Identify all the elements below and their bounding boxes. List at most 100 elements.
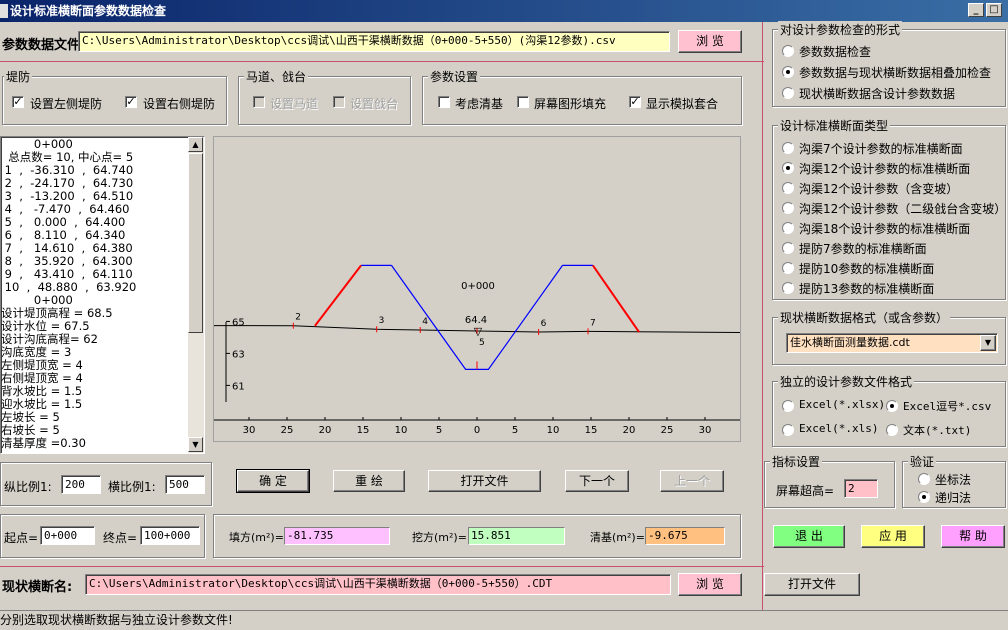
check-form-radio-2[interactable] [782,87,794,99]
start-input[interactable]: 0+000 [40,526,95,545]
section-type-radio-1[interactable] [782,162,794,174]
platform-label: 设置戗台 [350,97,399,111]
station-label: 0+000 [461,281,495,292]
clear-label: 清基(m²)= [590,531,645,544]
section-type-option-label: 沟渠12个设计参数（含变坡） [799,182,959,196]
app-icon [0,4,8,18]
maximize-button[interactable]: □ [986,3,1002,17]
data-list-scrollbar[interactable]: ▲ ▼ [188,137,204,453]
scroll-thumb[interactable] [188,153,203,333]
divider [762,22,763,630]
file-format-option-label: 文本(*.txt) [903,424,972,437]
scroll-up-button[interactable]: ▲ [188,137,203,152]
minimize-button[interactable]: _ [968,3,984,17]
h-scale-input[interactable]: 500 [165,475,205,494]
x-tick-label: 0 [474,425,480,436]
help-button[interactable]: 帮 助 [941,525,1005,548]
x-tick-label: 30 [699,425,712,436]
verify-legend: 验证 [908,453,937,470]
data-format-select[interactable]: 佳水横断面测量数据.cdt [786,333,998,353]
y-tick-label: 65 [232,317,245,328]
berm-legend: 马道、戗台 [244,68,309,85]
screen-height-label: 屏幕超高= [776,484,835,498]
x-tick-label: 5 [436,425,442,436]
current-section-path-field[interactable]: C:\Users\Administrator\Desktop\ccs调试\山西干… [85,574,671,595]
road-label: 设置马道 [270,97,319,111]
right-dike-label: 设置右侧堤防 [143,97,216,111]
screen-height-input[interactable]: 2 [844,479,878,498]
verify-option-label: 递归法 [935,491,972,505]
window-title: 设计标准横断面参数数据检查 [10,4,167,18]
section-type-radio-0[interactable] [782,142,794,154]
section-type-radio-3[interactable] [782,202,794,214]
prev-button[interactable]: 上一个 [660,470,724,492]
divider [0,61,764,62]
end-input[interactable]: 100+000 [140,526,200,545]
file-format-option-label: Excel逗号*.csv [903,400,992,413]
divider [0,566,764,567]
data-list-rows: 0+000 总点数= 10, 中心点= 5 1 , -36.310 , 64.7… [1,138,188,450]
open-file-button[interactable]: 打开文件 [428,470,541,492]
y-tick-label: 63 [232,349,245,360]
overlay-checkbox[interactable]: ✓ [629,96,641,108]
right-dike-checkbox[interactable]: ✓ [125,96,137,108]
check-form-option-label: 现状横断数据含设计参数数据 [799,87,956,101]
check-form-radio-0[interactable] [782,45,794,57]
file-format-radio-3[interactable] [886,424,898,436]
ok-button[interactable]: 确 定 [236,469,310,493]
section-type-option-label: 沟渠12个设计参数的标准横断面 [799,162,971,176]
road-checkbox[interactable] [253,96,265,108]
start-label: 起点= [4,531,39,545]
section-type-option-label: 提防10参数的标准横断面 [799,262,935,276]
cross-section-plot[interactable]: 2345676563615302520151050510152025303 0+… [213,136,741,442]
verify-option-label: 坐标法 [935,473,972,487]
point-label: 7 [590,318,596,328]
data-list[interactable]: 0+000 总点数= 10, 中心点= 5 1 , -36.310 , 64.7… [0,136,205,454]
file-format-radio-2[interactable] [782,424,794,436]
param-file-path-field[interactable]: C:\Users\Administrator\Desktop\ccs调试\山西干… [78,31,670,52]
section-type-radio-5[interactable] [782,242,794,254]
check-form-radio-1[interactable] [782,66,794,78]
x-tick-label: 20 [319,425,332,436]
file-format-option-label: Excel(*.xlsx) [799,398,886,411]
apply-button[interactable]: 应 用 [861,525,925,548]
redraw-button[interactable]: 重 绘 [333,470,405,492]
plot-svg: 2345676563615302520151050510152025303 0+… [214,264,740,436]
left-dike-checkbox[interactable]: ✓ [12,96,24,108]
section-type-radio-4[interactable] [782,222,794,234]
current-browse-button[interactable]: 浏 览 [678,573,742,596]
clearing-checkbox[interactable] [438,96,450,108]
verify-radio-0[interactable] [918,473,930,485]
file-format-radio-0[interactable] [782,400,794,412]
point-label: 5 [479,338,485,348]
exit-button[interactable]: 退 出 [773,525,845,548]
current-open-file-button[interactable]: 打开文件 [764,573,860,596]
section-type-radio-7[interactable] [782,282,794,294]
x-tick-label: 5 [512,425,518,436]
x-tick-label: 25 [281,425,294,436]
x-tick-label: 30 [243,425,256,436]
section-type-radio-2[interactable] [782,182,794,194]
point-label: 6 [541,319,547,329]
file-format-radio-1[interactable] [886,400,898,412]
verify-radio-1[interactable] [918,491,930,503]
scroll-down-button[interactable]: ▼ [188,437,203,452]
left-dike-outer-slope [314,264,362,327]
clear-value: -9.675 [645,527,725,545]
screen-fill-checkbox[interactable] [517,96,529,108]
status-text: 分别选取现状横断数据与独立设计参数文件! [0,613,233,627]
section-type-radio-6[interactable] [782,262,794,274]
left-dike-label: 设置左侧堤防 [30,97,103,111]
platform-checkbox[interactable] [333,96,345,108]
clearing-label: 考虑清基 [455,97,504,111]
param-file-browse-button[interactable]: 浏 览 [678,30,742,53]
section-type-option-label: 沟渠18个设计参数的标准横断面 [799,222,971,236]
x-tick-label: 25 [661,425,674,436]
section-type-option-label: 提防7参数的标准横断面 [799,242,927,256]
v-scale-input[interactable]: 200 [61,475,101,494]
next-button[interactable]: 下一个 [565,470,629,492]
overlay-label: 显示模拟套合 [646,97,719,111]
data-format-dropdown-arrow[interactable]: ▼ [980,335,996,351]
file-format-option-label: Excel(*.xls) [799,422,879,435]
section-type-option-label: 沟渠7个设计参数的标准横断面 [799,142,963,156]
